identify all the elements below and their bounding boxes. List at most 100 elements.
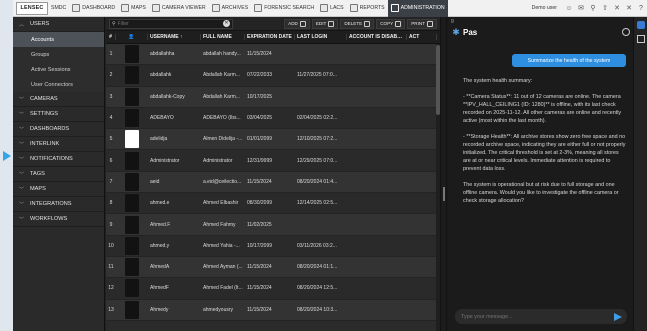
nav-lacs[interactable]: LACS	[317, 0, 347, 17]
row-expiration: 10/17/2025	[247, 93, 273, 100]
mail-icon[interactable]: ✉	[575, 0, 587, 17]
column-header-photo[interactable]: 👤	[116, 34, 148, 40]
nav-administration[interactable]: ADMINISTRATION	[387, 0, 448, 17]
chevron-down-icon: ﹀	[19, 156, 25, 163]
row-photo-cell	[116, 45, 148, 64]
sidebar-item-accounts[interactable]: Accounts	[13, 32, 104, 47]
row-username: Ahmed.F	[150, 221, 171, 228]
assistant-icon[interactable]	[636, 21, 645, 29]
nav-archives[interactable]: ARCHIVES	[209, 0, 252, 17]
sidebar-section-interlink[interactable]: ﹀ INTERLINK	[13, 137, 104, 152]
edit-button[interactable]: EDIT	[311, 18, 339, 29]
row-expiration: 12/31/9999	[247, 157, 273, 164]
nav-dashboard[interactable]: DASHBOARD	[69, 0, 118, 17]
column-header-number[interactable]: #	[106, 34, 116, 40]
table-row[interactable]: 4 ADEBAYO ADEBAYO (Ibs... 03/04/2025 02/04/2…	[106, 107, 440, 130]
avatar	[125, 109, 139, 128]
search-icon: ⚲	[112, 20, 116, 27]
tools-icon	[390, 4, 399, 12]
row-photo-cell	[116, 151, 148, 170]
table-row[interactable]: 2 abdallahk Abdallah Karm... 07/22/2033 11/2…	[106, 65, 440, 87]
row-fullname: abdallah handy...	[203, 51, 241, 58]
sidebar-item-active-sessions[interactable]: Active Sessions	[13, 62, 104, 77]
user-icon[interactable]: ☺	[563, 0, 575, 17]
help-icon[interactable]: ?	[635, 0, 647, 17]
search-icon[interactable]: ⚲	[587, 0, 599, 17]
column-header-fullname[interactable]: FULL NAME	[201, 34, 245, 40]
splitter-grip[interactable]	[443, 187, 445, 201]
column-header-expiration[interactable]: EXPIRATION DATE	[245, 34, 295, 40]
grid-toolbar: ⚲ ✕ ADD EDIT DELETE COPY PRINT	[106, 17, 440, 31]
column-header-actions[interactable]: ACT	[407, 34, 437, 40]
user-message-bubble: Summarize the health of the system	[512, 54, 626, 67]
add-button[interactable]: ADD	[284, 18, 310, 29]
row-username: abdallahk-Copy	[150, 93, 185, 100]
send-icon[interactable]	[614, 312, 622, 321]
refresh-icon[interactable]	[622, 28, 630, 36]
row-fullname: Ahmed Elbashir	[203, 200, 239, 207]
filter-input[interactable]	[117, 20, 218, 27]
chat-message-input[interactable]	[461, 313, 601, 320]
table-row[interactable]: 9 Ahmed.F Ahmed Fahmy 11/02/2025	[106, 214, 440, 236]
row-number: 10	[108, 242, 114, 249]
nav-forensic-search[interactable]: FORENSIC SEARCH	[251, 0, 317, 17]
row-fullname: Abdallah Karm...	[203, 93, 240, 100]
panel-splitter[interactable]	[440, 17, 447, 331]
upload-icon[interactable]: ⇧	[599, 0, 611, 17]
sidebar-section-tags[interactable]: ﹀ TAGS	[13, 167, 104, 182]
panel-icon[interactable]	[636, 35, 645, 43]
nav-maps[interactable]: MAPS	[118, 0, 149, 17]
row-username: abdallahk	[150, 72, 172, 79]
sidebar-section-users[interactable]: ︿ USERS	[13, 17, 104, 32]
sidebar-section-integrations[interactable]: ﹀ INTEGRATIONS	[13, 197, 104, 212]
sidebar-section-settings[interactable]: ﹀ SETTINGS	[13, 107, 104, 122]
nav-label: MAPS	[131, 5, 146, 11]
row-photo-cell	[116, 87, 148, 106]
pointer-arrow-icon	[3, 151, 11, 161]
sidebar-section-notifications[interactable]: ﹀ NOTIFICATIONS	[13, 152, 104, 167]
table-row[interactable]: 6 Administrator Administrator 12/31/9999 12/…	[106, 150, 440, 172]
sidebar-section-cameras[interactable]: ﹀ CAMERAS	[13, 92, 104, 107]
column-header-username[interactable]: USERNAME ↑	[148, 34, 201, 40]
sidebar-item-groups[interactable]: Groups	[13, 47, 104, 62]
row-fullname: ahmedyousry	[203, 306, 234, 313]
table-row[interactable]: 11 AhmedA Ahmed Ayman (... 11/15/2024 08/20/…	[106, 256, 440, 279]
table-row[interactable]: 8 ahmed.e Ahmed Elbashir 08/30/2099 12/14/20…	[106, 193, 440, 215]
column-label: USERNAME	[150, 34, 179, 40]
nav-camera-viewer[interactable]: CAMERA VIEWER	[149, 0, 209, 17]
print-button[interactable]: PRINT	[407, 18, 437, 29]
sidebar-section-workflows[interactable]: ﹀ WORKFLOWS	[13, 212, 104, 227]
row-last-login: 12/14/2025 02:5...	[297, 200, 338, 207]
table-row[interactable]: 13 Ahmedy ahmedyousry 11/15/2024 08/20/2024 …	[106, 299, 440, 321]
table-row[interactable]: 3 abdallahk-Copy Abdallah Karm... 10/17/202…	[106, 86, 440, 108]
grid-header: # 👤 USERNAME ↑ FULL NAME EXPIRATION DATE…	[106, 31, 440, 44]
chevron-up-icon: ︿	[19, 21, 25, 28]
nav-reports[interactable]: REPORTS	[347, 0, 388, 17]
sidebar-section-label: TAGS	[30, 171, 45, 177]
sidebar-item-user-connectors[interactable]: User Connectors	[13, 77, 104, 92]
avatar	[125, 66, 139, 85]
table-row[interactable]: 1 abdallahha abdallah handy... 11/15/2024	[106, 44, 440, 66]
table-row[interactable]: 7 aeid a.eid@ceilectio... 11/15/2024 08/20/2…	[106, 171, 440, 194]
table-row[interactable]: 5 adelidja Almen Didelija -... 01/01/2099 12…	[106, 129, 440, 151]
copy-button[interactable]: COPY	[376, 18, 406, 29]
row-last-login: 08/20/2024 01:1...	[297, 264, 338, 271]
table-row[interactable]: 10 ahmed.y Ahmed Yahia -... 10/17/2099 03/11…	[106, 235, 440, 257]
sidebar-section-maps[interactable]: ﹀ MAPS	[13, 182, 104, 197]
chevron-down-icon: ﹀	[19, 216, 25, 223]
current-user[interactable]: Demo user	[526, 5, 563, 11]
nav-smdc[interactable]: SMDC	[48, 0, 69, 17]
close-icon[interactable]: ✕	[611, 0, 623, 17]
clear-filter-icon[interactable]: ✕	[223, 20, 230, 27]
row-expiration: 11/02/2025	[247, 221, 272, 228]
row-photo-cell	[116, 215, 148, 234]
nav-label: DASHBOARD	[82, 5, 116, 11]
close-icon[interactable]: ✕	[623, 0, 635, 17]
row-fullname: ADEBAYO (Ibs...	[203, 115, 241, 122]
column-header-last-login[interactable]: LAST LOGIN	[295, 34, 347, 40]
row-last-login: 11/27/2025 07:0...	[297, 72, 337, 79]
delete-button[interactable]: DELETE	[340, 18, 375, 29]
table-row[interactable]: 12 AhmedF Ahmed Fadel (It... 11/15/2024 08/2…	[106, 278, 440, 300]
sidebar-section-dashboards[interactable]: ﹀ DASHBOARDS	[13, 122, 104, 137]
column-header-disabled[interactable]: ACCOUNT IS DISABLED	[347, 34, 407, 40]
